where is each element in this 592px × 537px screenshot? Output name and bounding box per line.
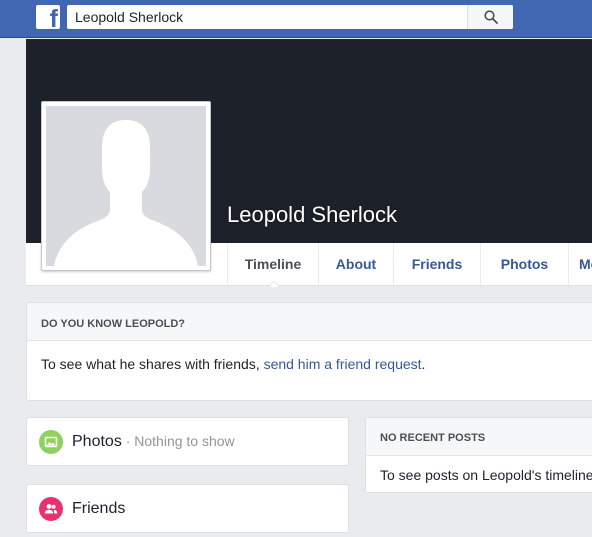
card-heading: NO RECENT POSTS <box>380 432 486 444</box>
friend-request-link[interactable]: send him a friend request <box>264 356 422 372</box>
card-heading: DO YOU KNOW LEOPOLD? <box>41 318 186 330</box>
tab-label: About <box>335 256 377 272</box>
tab-timeline[interactable]: Timeline <box>227 243 318 287</box>
tab-label: Mo <box>579 256 592 272</box>
tab-more[interactable]: Mo <box>568 243 592 286</box>
facebook-logo-icon[interactable]: f <box>36 5 60 29</box>
do-you-know-card: DO YOU KNOW LEOPOLD? To see what he shar… <box>26 302 592 401</box>
photos-title-line: Photos · Nothing to show <box>72 433 235 451</box>
default-avatar-icon <box>46 106 206 266</box>
card-header: DO YOU KNOW LEOPOLD? <box>27 303 592 341</box>
tab-label: Friends <box>411 256 463 272</box>
friends-card[interactable]: Friends <box>26 484 349 533</box>
photos-title[interactable]: Photos <box>72 433 122 450</box>
body-text: To see what he shares with friends, <box>41 356 264 372</box>
photos-icon <box>39 430 63 454</box>
search-input[interactable] <box>67 5 467 29</box>
card-header: NO RECENT POSTS <box>366 418 592 456</box>
search-box <box>67 5 513 29</box>
card-body: To see what he shares with friends, send… <box>41 356 425 372</box>
top-bar: f <box>0 0 592 38</box>
profile-picture[interactable] <box>41 101 211 271</box>
tab-label: Photos <box>500 256 549 272</box>
logo-letter: f <box>49 5 58 30</box>
profile-name[interactable]: Leopold Sherlock <box>227 202 397 228</box>
friends-icon <box>39 497 63 521</box>
photos-subtitle: Nothing to show <box>134 433 235 449</box>
active-tab-caret <box>268 281 280 287</box>
search-icon <box>484 10 498 24</box>
tab-label: Timeline <box>244 256 302 272</box>
tab-about[interactable]: About <box>318 243 393 286</box>
body-text-end: . <box>421 356 426 372</box>
photos-card[interactable]: Photos · Nothing to show <box>26 417 349 466</box>
tab-photos[interactable]: Photos <box>480 243 568 286</box>
tab-friends[interactable]: Friends <box>393 243 480 286</box>
search-button[interactable] <box>467 5 513 29</box>
title-separator: · <box>121 433 135 449</box>
card-body: To see posts on Leopold's timeline <box>380 467 592 483</box>
friends-title[interactable]: Friends <box>72 500 125 518</box>
no-recent-posts-card: NO RECENT POSTS To see posts on Leopold'… <box>365 417 592 493</box>
